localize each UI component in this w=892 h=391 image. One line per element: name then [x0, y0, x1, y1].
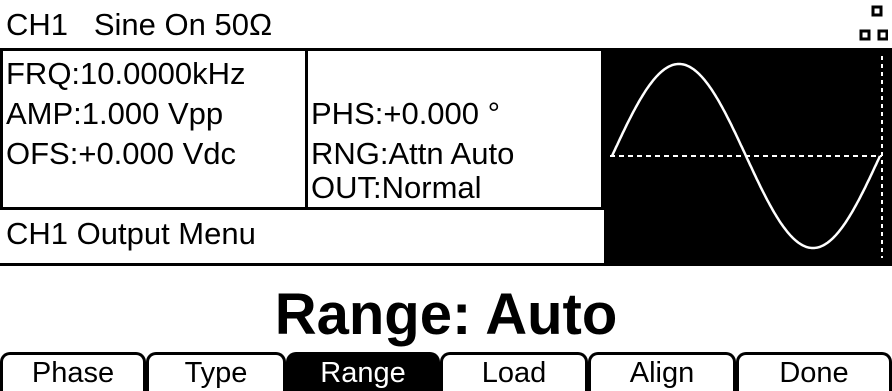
- remote-status-icon: [859, 5, 888, 41]
- amplitude-readout[interactable]: AMP:1.000 Vpp: [6, 98, 223, 129]
- softkey-align[interactable]: Align: [588, 352, 736, 391]
- status-bar-text: CH1 Sine On 50Ω: [6, 7, 273, 42]
- range-readout[interactable]: RNG:Attn Auto: [311, 138, 514, 169]
- softkey-range[interactable]: Range: [286, 352, 440, 391]
- waveform-preview: [604, 48, 892, 264]
- output-mode-readout[interactable]: OUT:Normal: [311, 172, 482, 203]
- softkey-load[interactable]: Load: [440, 352, 588, 391]
- softkey-done[interactable]: Done: [736, 352, 892, 391]
- phase-readout[interactable]: PHS:+0.000 °: [311, 98, 500, 129]
- softkey-phase[interactable]: Phase: [0, 352, 146, 391]
- selected-value-display: Range: Auto: [274, 282, 618, 347]
- menu-title: CH1 Output Menu: [6, 216, 256, 251]
- offset-readout[interactable]: OFS:+0.000 Vdc: [6, 138, 236, 169]
- softkey-bar: Phase Type Range Load Align Done: [0, 352, 892, 391]
- instrument-display: CH1 Sine On 50Ω FRQ:10.0000kHz AMP:1.000…: [0, 0, 892, 391]
- frequency-readout[interactable]: FRQ:10.0000kHz: [6, 58, 246, 89]
- menu-divider: [0, 263, 892, 266]
- status-bar: CH1 Sine On 50Ω: [0, 0, 892, 51]
- waveform-graph: [610, 56, 883, 258]
- softkey-type[interactable]: Type: [146, 352, 286, 391]
